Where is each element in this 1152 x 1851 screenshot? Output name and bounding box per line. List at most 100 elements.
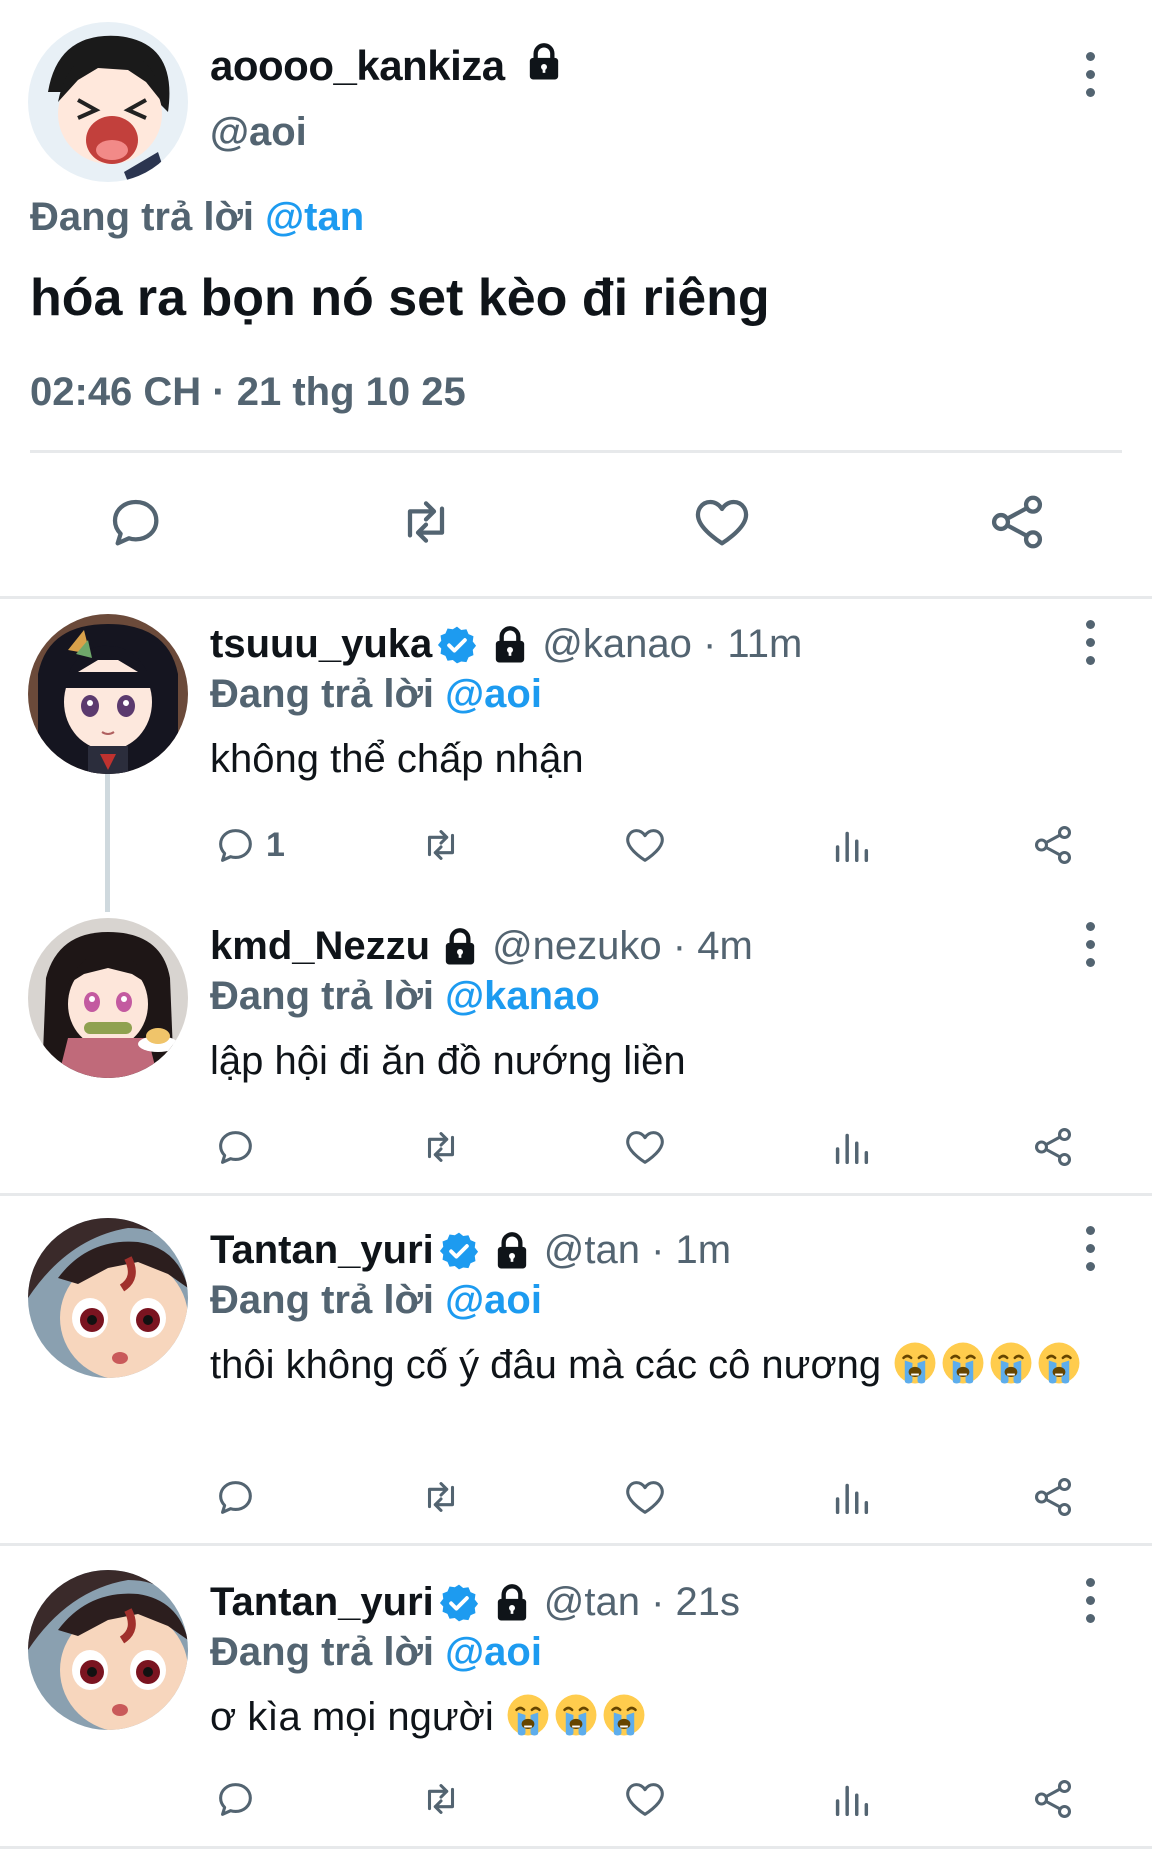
reply-button[interactable] <box>212 1474 258 1520</box>
tweet-text-content: thôi không cố ý đâu mà các cô nương <box>210 1343 882 1387</box>
reply-button[interactable] <box>212 1124 258 1170</box>
retweet-button[interactable] <box>418 1776 464 1822</box>
display-name[interactable]: Tantan_yuri <box>210 1580 434 1625</box>
share-icon <box>1034 1478 1072 1516</box>
tweet-actions <box>0 1124 1152 1172</box>
retweet-button[interactable] <box>418 1474 464 1520</box>
views-button[interactable] <box>828 1124 874 1170</box>
retweet-button[interactable] <box>418 1124 464 1170</box>
reply-header: Tantan_yuri @tan · 21s <box>210 1580 740 1625</box>
avatar[interactable] <box>28 918 188 1078</box>
mention-link[interactable]: @tan <box>265 195 364 239</box>
loudly-crying-face-icon <box>505 1692 551 1738</box>
more-options-icon[interactable] <box>1070 612 1110 672</box>
tweet-actions <box>0 1474 1152 1522</box>
heart-icon <box>626 1783 664 1816</box>
lock-icon <box>497 1583 526 1620</box>
share-button[interactable] <box>1030 1474 1076 1520</box>
like-button[interactable] <box>690 490 754 554</box>
avatar[interactable] <box>28 1218 188 1378</box>
retweet-icon <box>427 1132 455 1162</box>
analytics-icon <box>835 831 869 863</box>
retweet-icon <box>427 1482 455 1512</box>
more-options-icon[interactable] <box>1070 44 1110 104</box>
reply-button[interactable] <box>212 1776 258 1822</box>
more-options-icon[interactable] <box>1070 1570 1110 1630</box>
reply-header: tsuuu_yuka @kanao · 11m <box>210 622 802 667</box>
reply-icon <box>219 829 252 862</box>
loudly-crying-face-icon <box>940 1340 986 1386</box>
display-name[interactable]: kmd_Nezzu <box>210 924 430 969</box>
share-button[interactable] <box>1030 822 1076 868</box>
divider <box>0 1846 1152 1849</box>
replying-prefix: Đang trả lời <box>30 195 255 239</box>
loudly-crying-face-icon <box>601 1692 647 1738</box>
mention-link[interactable]: @aoi <box>445 1630 542 1674</box>
tweet-text-content: ơ kìa mọi người <box>210 1695 494 1739</box>
like-button[interactable] <box>622 1474 668 1520</box>
reply-button[interactable] <box>103 490 167 554</box>
loudly-crying-face-icon <box>1036 1340 1082 1386</box>
display-name-text: aoooo_kankiza <box>210 42 505 89</box>
like-button[interactable] <box>622 1776 668 1822</box>
retweet-icon <box>427 830 455 860</box>
more-options-icon[interactable] <box>1070 1218 1110 1278</box>
views-button[interactable] <box>828 822 874 868</box>
avatar[interactable] <box>28 22 188 182</box>
verified-icon <box>439 1232 478 1269</box>
heart-icon <box>626 1131 664 1164</box>
tweet-timestamp[interactable]: 02:46 CH · 21 thg 10 25 <box>30 370 466 415</box>
analytics-icon <box>835 1133 869 1165</box>
retweet-button[interactable] <box>394 490 458 554</box>
retweet-button[interactable] <box>418 822 464 868</box>
reply-count: 1 <box>266 825 285 864</box>
handle-time: @kanao · 11m <box>542 622 803 666</box>
heart-icon <box>626 1481 664 1514</box>
replying-prefix: Đang trả lời <box>210 672 435 716</box>
retweet-icon <box>427 1784 455 1814</box>
views-button[interactable] <box>828 1474 874 1520</box>
analytics-icon <box>835 1483 869 1515</box>
replying-prefix: Đang trả lời <box>210 974 435 1018</box>
heart-icon <box>695 499 749 546</box>
like-button[interactable] <box>622 1124 668 1170</box>
more-options-icon[interactable] <box>1070 914 1110 974</box>
replying-prefix: Đang trả lời <box>210 1630 435 1674</box>
handle[interactable]: @aoi <box>210 110 307 155</box>
share-button[interactable] <box>1030 1124 1076 1170</box>
display-name[interactable]: tsuuu_yuka <box>210 622 432 667</box>
reply-icon <box>219 1783 252 1816</box>
verified-icon <box>438 626 477 663</box>
tweet-actions: 1 <box>0 822 1152 870</box>
like-button[interactable] <box>622 822 668 868</box>
share-button[interactable] <box>1030 1776 1076 1822</box>
display-name[interactable]: Tantan_yuri <box>210 1228 434 1273</box>
reply-button[interactable]: 1 <box>212 822 285 868</box>
lock-icon <box>445 927 475 964</box>
divider <box>0 1193 1152 1196</box>
tweet-text: ơ kìa mọi người <box>210 1692 1110 1742</box>
tweet-text: lập hội đi ăn đồ nướng liền <box>210 1039 686 1083</box>
avatar[interactable] <box>28 1570 188 1730</box>
tweet-text: thôi không cố ý đâu mà các cô nương <box>210 1340 1110 1390</box>
mention-link[interactable]: @aoi <box>445 672 542 716</box>
share-button[interactable] <box>985 490 1049 554</box>
crying-emoji-group <box>505 1692 649 1739</box>
crying-emoji-group <box>892 1340 1084 1387</box>
divider <box>0 1543 1152 1546</box>
avatar[interactable] <box>28 614 188 774</box>
lock-icon <box>529 43 558 80</box>
loudly-crying-face-icon <box>988 1340 1034 1386</box>
views-button[interactable] <box>828 1776 874 1822</box>
share-icon <box>1034 826 1072 864</box>
display-name[interactable]: aoooo_kankiza <box>210 42 564 90</box>
lock-icon <box>496 625 525 662</box>
divider <box>30 450 1122 453</box>
mention-link[interactable]: @kanao <box>445 974 600 1018</box>
reply-icon <box>219 1131 252 1164</box>
mention-link[interactable]: @aoi <box>445 1278 542 1322</box>
handle-time: @tan · 21s <box>543 1580 740 1624</box>
replying-prefix: Đang trả lời <box>210 1278 435 1322</box>
heart-icon <box>626 829 664 862</box>
tweet-text: không thể chấp nhận <box>210 737 584 781</box>
